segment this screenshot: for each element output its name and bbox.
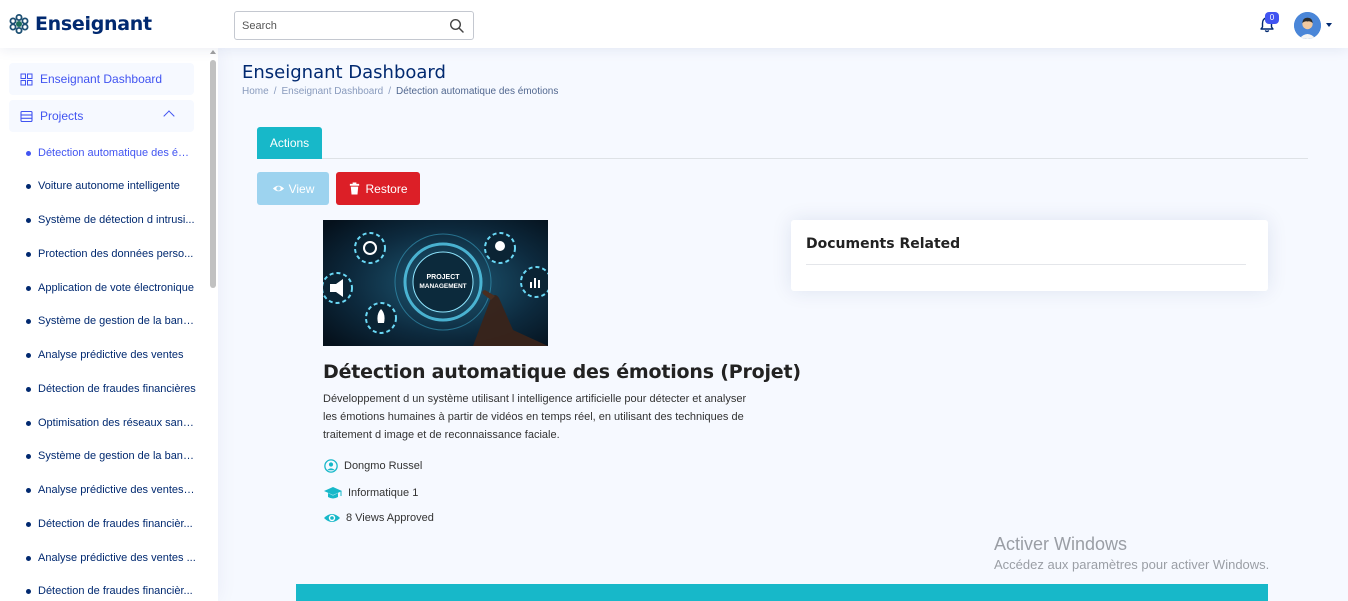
sidebar-item-dashboard[interactable]: Enseignant Dashboard (9, 63, 194, 95)
sidebar-project-item[interactable]: Système de gestion de la band... (26, 313, 196, 329)
sidebar-project-item[interactable]: Optimisation des réseaux sans ... (26, 415, 196, 431)
image-caption-line1: PROJECT (426, 274, 460, 281)
project-link-label: Détection de fraudes financièr... (38, 585, 193, 597)
bullet-icon (26, 251, 31, 257)
views-count: 8 Views Approved (346, 512, 434, 524)
watermark-title: Activer Windows (994, 534, 1128, 554)
bullet-icon (26, 588, 31, 594)
breadcrumb-dashboard[interactable]: Enseignant Dashboard (281, 86, 383, 97)
project-link-label: Analyse prédictive des ventes (38, 349, 184, 361)
sidebar-project-item[interactable]: Détection de fraudes financières (26, 381, 196, 397)
breadcrumb-home[interactable]: Home (242, 86, 269, 97)
project-link-label: Analyse prédictive des ventes ... (38, 552, 196, 564)
sidebar-project-item[interactable]: Détection automatique des ém... (26, 145, 196, 161)
restore-button-label: Restore (365, 181, 408, 196)
app-title: Enseignant (35, 13, 152, 35)
project-link-label: Protection des données perso... (38, 248, 194, 260)
sidebar-item-projects[interactable]: Projects (9, 100, 194, 132)
bullet-icon (26, 420, 31, 426)
restore-button[interactable]: Restore (336, 172, 420, 205)
documents-card: Documents Related (791, 220, 1268, 291)
image-caption-line2: MANAGEMENT (419, 283, 466, 290)
eye-icon (272, 185, 284, 192)
project-author: Dongmo Russel (323, 459, 422, 473)
breadcrumb-current: Détection automatique des émotions (396, 86, 559, 97)
bullet-icon (26, 183, 31, 189)
user-circle-icon (324, 459, 338, 473)
documents-title: Documents Related (806, 236, 961, 252)
bullet-icon (26, 487, 31, 493)
sidebar-project-item[interactable]: Analyse prédictive des ventes ... (26, 550, 196, 566)
grid-icon (20, 73, 33, 85)
sidebar-project-item[interactable]: Application de vote électronique (26, 280, 198, 296)
bullet-icon (26, 318, 31, 324)
sidebar-project-item[interactable]: Analyse prédictive des ventes, ... (26, 482, 196, 498)
sidebar-item-label: Enseignant Dashboard (40, 72, 163, 86)
project-department: Informatique 1 (323, 486, 418, 500)
project-description: Développement d un système utilisant l i… (323, 393, 747, 441)
search-icon[interactable] (449, 18, 465, 34)
author-name: Dongmo Russel (344, 460, 423, 472)
sidebar-project-item[interactable]: Détection de fraudes financièr... (26, 516, 196, 532)
sidebar-project-item[interactable]: Protection des données perso... (26, 246, 196, 262)
project-link-label: Système de gestion de la band... (38, 315, 196, 327)
department-name: Informatique 1 (348, 487, 419, 499)
project-link-label: Système de gestion de la band... (38, 450, 196, 462)
sidebar-item-label: Projects (40, 109, 84, 123)
sidebar-project-item[interactable]: Système de gestion de la band... (26, 448, 196, 464)
bullet-icon (26, 521, 31, 527)
scrollbar-up-arrow[interactable] (210, 50, 216, 54)
notification-badge: 0 (1265, 12, 1279, 24)
project-management-illustration: PROJECT MANAGEMENT (323, 220, 548, 346)
documents-divider (806, 264, 1246, 265)
view-button-label: View (288, 181, 315, 196)
tabs-divider (257, 158, 1308, 159)
breadcrumb-separator: / (388, 86, 391, 97)
windows-activation-watermark: Activer Windows Accédez aux paramètres p… (994, 534, 1269, 572)
trash-icon (350, 182, 360, 195)
bullet-icon (26, 150, 31, 156)
graduation-cap-icon (324, 487, 342, 499)
project-link-label: Analyse prédictive des ventes, ... (38, 484, 196, 496)
project-link-label: Optimisation des réseaux sans ... (38, 417, 196, 429)
sidebar-project-item[interactable]: Système de détection d intrusi... (26, 212, 196, 228)
sidebar-project-item[interactable]: Voiture autonome intelligente (26, 178, 196, 194)
search-bar (234, 11, 474, 40)
chevron-down-icon[interactable] (1326, 23, 1332, 27)
user-avatar-icon (1294, 12, 1321, 39)
bullet-icon (26, 453, 31, 459)
sidebar-project-item[interactable]: Détection de fraudes financièr... (26, 583, 196, 599)
project-link-label: Système de détection d intrusi... (38, 214, 195, 226)
chevron-up-icon (163, 110, 175, 122)
watermark-subtitle: Accédez aux paramètres pour activer Wind… (994, 557, 1270, 572)
sidebar-scrollbar[interactable] (210, 60, 216, 288)
logo-icon (9, 14, 29, 34)
bullet-icon (26, 285, 31, 291)
list-icon (20, 110, 33, 122)
breadcrumb-separator: / (273, 86, 277, 97)
footer-bar (296, 584, 1268, 601)
bullet-icon (26, 217, 31, 223)
project-views: 8 Views Approved (323, 511, 434, 525)
avatar[interactable] (1294, 12, 1321, 39)
sidebar-project-item[interactable]: Analyse prédictive des ventes (26, 347, 196, 363)
bullet-icon (26, 386, 31, 392)
project-link-label: Détection automatique des ém... (38, 147, 196, 159)
project-title: Détection automatique des émotions (Proj… (323, 361, 801, 383)
logo[interactable]: Enseignant (9, 13, 152, 35)
top-header: Enseignant 0 (0, 0, 1348, 48)
breadcrumb: Home / Enseignant Dashboard / Détection auto… (242, 86, 558, 97)
bullet-icon (26, 352, 31, 358)
project-image: PROJECT MANAGEMENT (323, 220, 548, 346)
bullet-icon (26, 555, 31, 561)
eye-icon (324, 514, 340, 522)
tab-actions[interactable]: Actions (257, 127, 322, 159)
page-title: Enseignant Dashboard (242, 62, 446, 83)
project-link-label: Détection de fraudes financières (38, 383, 196, 395)
project-link-label: Détection de fraudes financièr... (38, 518, 193, 530)
view-button[interactable]: View (257, 172, 329, 205)
project-link-label: Application de vote électronique (38, 282, 194, 294)
search-input[interactable] (235, 12, 435, 39)
project-link-label: Voiture autonome intelligente (38, 180, 180, 192)
